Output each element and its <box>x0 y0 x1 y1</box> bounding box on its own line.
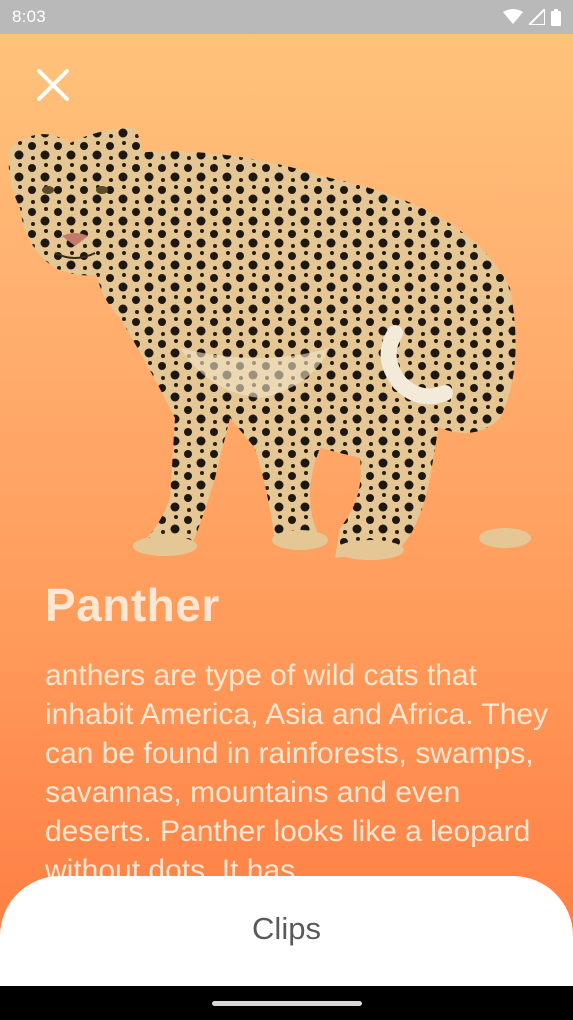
animal-description: anthers are type of wild cats that inhab… <box>45 659 549 887</box>
leopard-image <box>8 128 531 560</box>
detail-screen: 8:03 Panther anthers are type of wild ca… <box>0 0 573 986</box>
battery-icon <box>551 8 561 26</box>
clips-button[interactable]: Clips <box>252 911 321 986</box>
close-button[interactable] <box>28 60 78 110</box>
status-time: 8:03 <box>12 7 46 26</box>
animal-name: Panther <box>45 579 220 631</box>
bottom-sheet[interactable]: Clips <box>0 876 573 986</box>
status-bar: 8:03 <box>0 0 573 34</box>
home-handle[interactable] <box>212 1001 362 1006</box>
navigation-bar <box>0 986 573 1020</box>
signal-icon <box>529 9 545 25</box>
close-icon <box>37 69 69 101</box>
status-icons <box>503 8 561 26</box>
wifi-icon <box>503 9 523 24</box>
